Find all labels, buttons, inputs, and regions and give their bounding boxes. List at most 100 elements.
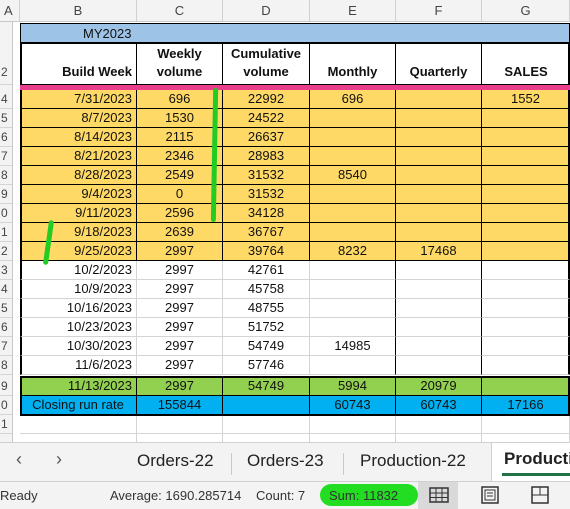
cell-cumulative-volume[interactable]: 39764 xyxy=(223,242,310,261)
cell-cumulative-volume[interactable]: 26637 xyxy=(223,128,310,147)
header-sales[interactable]: SALES xyxy=(482,42,570,85)
cell-weekly-volume[interactable]: 1530 xyxy=(137,109,223,128)
empty-cell[interactable] xyxy=(310,434,396,442)
cell-cumulative-volume[interactable]: 36767 xyxy=(223,223,310,242)
cell-weekly-volume[interactable]: 2997 xyxy=(137,377,223,396)
cell-cumulative-volume[interactable]: 54749 xyxy=(223,377,310,396)
empty-cell[interactable] xyxy=(482,415,570,434)
cell-sales[interactable] xyxy=(482,204,570,223)
row-number[interactable]: 9 xyxy=(0,377,12,396)
cell-quarterly[interactable]: 17468 xyxy=(396,242,482,261)
cell-monthly[interactable] xyxy=(310,128,396,147)
cell-cumulative-volume[interactable]: 51752 xyxy=(223,318,310,337)
tab-scroll-left-icon[interactable]: ‹ xyxy=(16,449,22,470)
row-number[interactable]: 8 xyxy=(0,356,12,375)
cell-build-week[interactable]: 10/23/2023 xyxy=(20,318,137,337)
cell-quarterly[interactable] xyxy=(396,166,482,185)
cell-build-week[interactable]: 11/6/2023 xyxy=(20,356,137,375)
cell-weekly-volume[interactable]: 2346 xyxy=(137,147,223,166)
cell-sales[interactable] xyxy=(482,128,570,147)
cell-weekly-volume[interactable]: 2115 xyxy=(137,128,223,147)
header-monthly[interactable]: Monthly xyxy=(310,42,396,85)
column-header-f[interactable]: F xyxy=(396,0,482,22)
row-number[interactable]: 2 xyxy=(0,242,12,261)
cell-monthly[interactable] xyxy=(310,223,396,242)
cell-build-week[interactable]: 8/28/2023 xyxy=(20,166,137,185)
cell-quarterly[interactable] xyxy=(396,261,482,280)
cell-weekly-volume[interactable]: 155844 xyxy=(137,396,223,415)
cell-monthly[interactable]: 8540 xyxy=(310,166,396,185)
cell-cumulative-volume[interactable]: 42761 xyxy=(223,261,310,280)
cell-build-week[interactable]: 8/14/2023 xyxy=(20,128,137,147)
cell-cumulative-volume[interactable]: 28983 xyxy=(223,147,310,166)
column-header-a[interactable]: A xyxy=(0,0,20,22)
cell-build-week[interactable]: 9/18/2023 xyxy=(20,223,137,242)
cell-monthly[interactable] xyxy=(310,185,396,204)
cell-sales[interactable] xyxy=(482,337,570,356)
title-cell[interactable]: MY2023 xyxy=(20,23,570,42)
row-number[interactable]: 3 xyxy=(0,261,12,280)
cell-build-week[interactable]: 10/16/2023 xyxy=(20,299,137,318)
cell-build-week[interactable]: 9/25/2023 xyxy=(20,242,137,261)
cell-sales[interactable] xyxy=(482,299,570,318)
cell-quarterly[interactable] xyxy=(396,109,482,128)
row-number[interactable]: 1 xyxy=(0,415,12,434)
cell-build-week[interactable]: Closing run rate xyxy=(20,396,137,415)
cell-weekly-volume[interactable]: 2997 xyxy=(137,299,223,318)
row-number[interactable]: 5 xyxy=(0,299,12,318)
row-number[interactable]: 7 xyxy=(0,147,12,166)
cell-monthly[interactable]: 8232 xyxy=(310,242,396,261)
row-number[interactable]: 6 xyxy=(0,318,12,337)
header-quarterly[interactable]: Quarterly xyxy=(396,42,482,85)
cell-build-week[interactable]: 8/21/2023 xyxy=(20,147,137,166)
cell-quarterly[interactable] xyxy=(396,318,482,337)
cell-monthly[interactable] xyxy=(310,261,396,280)
cell-quarterly[interactable] xyxy=(396,90,482,109)
cell-build-week[interactable]: 9/4/2023 xyxy=(20,185,137,204)
cell-quarterly[interactable] xyxy=(396,147,482,166)
cell-cumulative-volume[interactable]: 54749 xyxy=(223,337,310,356)
column-header-e[interactable]: E xyxy=(310,0,396,22)
cell-sales[interactable]: 17166 xyxy=(482,396,570,415)
cell-sales[interactable] xyxy=(482,185,570,204)
header-weekly-volume[interactable]: Weekly volume xyxy=(137,42,223,85)
cell-build-week[interactable]: 8/7/2023 xyxy=(20,109,137,128)
cell-sales[interactable] xyxy=(482,318,570,337)
cell-monthly[interactable]: 5994 xyxy=(310,377,396,396)
cell-quarterly[interactable] xyxy=(396,280,482,299)
row-number[interactable]: 7 xyxy=(0,337,12,356)
empty-cell[interactable] xyxy=(223,434,310,442)
cell-quarterly[interactable] xyxy=(396,337,482,356)
tab-orders-22[interactable]: Orders-22 xyxy=(137,451,214,471)
cell-weekly-volume[interactable]: 2997 xyxy=(137,318,223,337)
cell-monthly[interactable]: 60743 xyxy=(310,396,396,415)
row-number[interactable]: 6 xyxy=(0,128,12,147)
cell-sales[interactable] xyxy=(482,280,570,299)
cell-cumulative-volume[interactable]: 31532 xyxy=(223,166,310,185)
page-layout-view-icon[interactable] xyxy=(479,485,501,505)
cell-weekly-volume[interactable]: 2997 xyxy=(137,242,223,261)
cell-weekly-volume[interactable]: 2997 xyxy=(137,356,223,375)
cell-sales[interactable] xyxy=(482,109,570,128)
cell-cumulative-volume[interactable]: 57746 xyxy=(223,356,310,375)
normal-view-icon[interactable] xyxy=(428,485,450,505)
cell-cumulative-volume[interactable]: 34128 xyxy=(223,204,310,223)
cell-sales[interactable] xyxy=(482,377,570,396)
cell-build-week[interactable]: 11/13/2023 xyxy=(20,377,137,396)
column-header-b[interactable]: B xyxy=(20,0,137,22)
cell-weekly-volume[interactable]: 696 xyxy=(137,90,223,109)
cell-quarterly[interactable] xyxy=(396,128,482,147)
cell-weekly-volume[interactable]: 2549 xyxy=(137,166,223,185)
cell-sales[interactable] xyxy=(482,261,570,280)
row-number[interactable]: 9 xyxy=(0,185,12,204)
column-header-d[interactable]: D xyxy=(223,0,310,22)
cell-quarterly[interactable] xyxy=(396,223,482,242)
cell-cumulative-volume[interactable]: 48755 xyxy=(223,299,310,318)
cell-sales[interactable]: 1552 xyxy=(482,90,570,109)
cell-monthly[interactable] xyxy=(310,356,396,375)
tab-production-active[interactable]: Producti xyxy=(491,443,570,481)
cell-cumulative-volume[interactable]: 22992 xyxy=(223,90,310,109)
cell-monthly[interactable] xyxy=(310,147,396,166)
cell-build-week[interactable]: 10/2/2023 xyxy=(20,261,137,280)
cell-weekly-volume[interactable]: 2997 xyxy=(137,261,223,280)
